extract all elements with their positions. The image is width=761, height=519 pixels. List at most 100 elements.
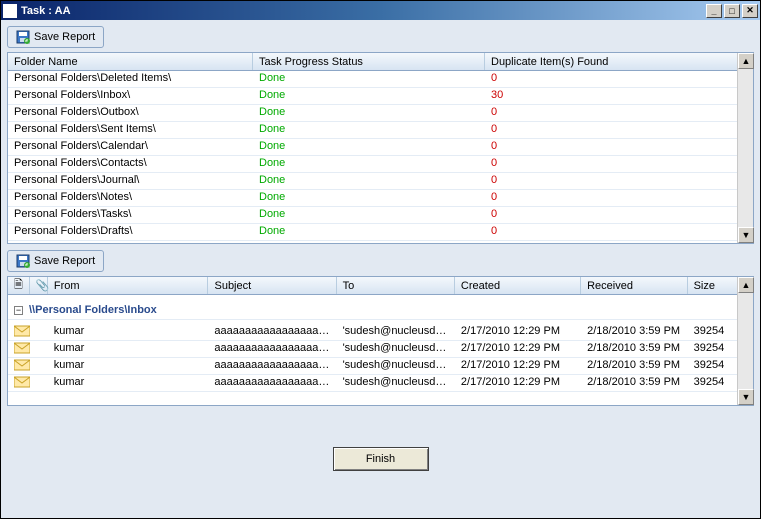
table-row[interactable]: Personal Folders\Outbox\Done0 <box>8 105 737 122</box>
table-row[interactable]: Personal Folders\Tasks\Done0 <box>8 207 737 224</box>
table-row[interactable]: Personal Folders\Deleted Items\Done0 <box>8 71 737 88</box>
table-row[interactable]: kumaraaaaaaaaaaaaaaaaaaaa...'sudesh@nucl… <box>8 341 737 358</box>
cell-folder: Personal Folders\Inbox\ <box>8 88 253 104</box>
col-from[interactable]: From <box>48 277 209 294</box>
cell-status: Done <box>253 156 485 172</box>
col-folder-name[interactable]: Folder Name <box>8 53 253 70</box>
col-received[interactable]: Received <box>581 277 688 294</box>
table-row[interactable]: kumaraaaaaaaaaaaaaaaaaaaa...'sudesh@nucl… <box>8 324 737 341</box>
save-icon <box>16 254 30 268</box>
cell-received: 2/18/2010 3:59 PM <box>581 358 688 374</box>
table-row[interactable]: kumaraaaaaaaaaaaaaaaaaaaa...'sudesh@nucl… <box>8 358 737 375</box>
table-row[interactable]: Personal Folders\Notes\Done0 <box>8 190 737 207</box>
cell-folder: Personal Folders\Journal\ <box>8 173 253 189</box>
table-row[interactable]: Personal Folders\Contacts\Done0 <box>8 156 737 173</box>
mail-icon <box>14 359 30 371</box>
col-to[interactable]: To <box>337 277 455 294</box>
cell-dup: 0 <box>485 224 736 240</box>
table-row[interactable]: kumaraaaaaaaaaaaaaaaaaaaa...'sudesh@nucl… <box>8 375 737 392</box>
cell-attach <box>30 341 48 357</box>
cell-dup: 0 <box>485 105 736 121</box>
message-list-table: 🗎 📎 From Subject To Created Received Siz… <box>7 276 754 406</box>
mail-icon <box>14 376 30 388</box>
cell-folder: Personal Folders\Tasks\ <box>8 207 253 223</box>
scroll-down-icon[interactable]: ▼ <box>738 389 754 405</box>
app-icon <box>3 4 17 18</box>
scroll-up-icon[interactable]: ▲ <box>738 53 754 69</box>
save-icon <box>16 30 30 44</box>
cell-status: Done <box>253 224 485 240</box>
save-report-label: Save Report <box>34 255 95 267</box>
save-report-button-top[interactable]: Save Report <box>7 26 104 48</box>
folder-progress-table: Folder Name Task Progress Status Duplica… <box>7 52 754 244</box>
cell-dup: 0 <box>485 71 736 87</box>
cell-subject: aaaaaaaaaaaaaaaaaaaa... <box>208 324 336 340</box>
cell-folder: Personal Folders\Notes\ <box>8 190 253 206</box>
finish-button[interactable]: Finish <box>333 447 429 471</box>
cell-dup: 0 <box>485 173 736 189</box>
cell-status: Done <box>253 190 485 206</box>
table2-body: kumaraaaaaaaaaaaaaaaaaaaa...'sudesh@nucl… <box>8 324 737 405</box>
cell-to: 'sudesh@nucleusdata... <box>337 358 455 374</box>
cell-created: 2/17/2010 12:29 PM <box>455 341 581 357</box>
collapse-icon[interactable]: − <box>14 306 23 315</box>
task-window: Task : AA _ □ ✕ Save Report Folder Name … <box>0 0 761 519</box>
cell-created: 2/17/2010 12:29 PM <box>455 358 581 374</box>
cell-icon <box>8 324 30 340</box>
cell-from: kumar <box>48 341 209 357</box>
table2-header: 🗎 📎 From Subject To Created Received Siz… <box>8 277 737 295</box>
cell-dup: 0 <box>485 207 736 223</box>
table-row[interactable]: Personal Folders\Calendar\Done0 <box>8 139 737 156</box>
save-report-button-bottom[interactable]: Save Report <box>7 250 104 272</box>
col-task-progress[interactable]: Task Progress Status <box>253 53 485 70</box>
group-name: \\Personal Folders\Inbox <box>29 304 157 316</box>
cell-folder: Personal Folders\Sent Items\ <box>8 122 253 138</box>
cell-folder: Personal Folders\Drafts\ <box>8 224 253 240</box>
cell-dup: 0 <box>485 156 736 172</box>
col-size[interactable]: Size <box>688 277 737 294</box>
table-row[interactable]: Personal Folders\Drafts\Done0 <box>8 224 737 241</box>
table-row[interactable]: Personal Folders\Journal\Done0 <box>8 173 737 190</box>
cell-received: 2/18/2010 3:59 PM <box>581 341 688 357</box>
close-button[interactable]: ✕ <box>742 4 758 18</box>
maximize-button[interactable]: □ <box>724 4 740 18</box>
col-icon[interactable]: 🗎 <box>8 277 30 294</box>
cell-attach <box>30 358 48 374</box>
col-duplicates[interactable]: Duplicate Item(s) Found <box>485 53 736 70</box>
mail-icon <box>14 342 30 354</box>
document-icon: 🗎 <box>14 277 23 295</box>
cell-created: 2/17/2010 12:29 PM <box>455 324 581 340</box>
table-row[interactable]: Personal Folders\Sent Items\Done0 <box>8 122 737 139</box>
save-report-label: Save Report <box>34 31 95 43</box>
window-title: Task : AA <box>21 5 706 17</box>
cell-status: Done <box>253 105 485 121</box>
cell-status: Done <box>253 139 485 155</box>
group-header[interactable]: − \\Personal Folders\Inbox <box>8 301 737 320</box>
cell-status: Done <box>253 122 485 138</box>
cell-received: 2/18/2010 3:59 PM <box>581 324 688 340</box>
cell-folder: Personal Folders\Calendar\ <box>8 139 253 155</box>
table1-header: Folder Name Task Progress Status Duplica… <box>8 53 737 71</box>
cell-subject: aaaaaaaaaaaaaaaaaaaa... <box>208 341 336 357</box>
mail-icon <box>14 325 30 337</box>
table1-scrollbar[interactable]: ▲ ▼ <box>737 53 753 243</box>
window-content: Save Report Folder Name Task Progress St… <box>1 20 760 518</box>
cell-status: Done <box>253 207 485 223</box>
cell-status: Done <box>253 71 485 87</box>
title-bar[interactable]: Task : AA _ □ ✕ <box>1 1 760 20</box>
bottom-bar: Finish <box>7 406 754 512</box>
col-subject[interactable]: Subject <box>208 277 336 294</box>
cell-folder: Personal Folders\Contacts\ <box>8 156 253 172</box>
scroll-up-icon[interactable]: ▲ <box>738 277 754 293</box>
cell-dup: 0 <box>485 190 736 206</box>
col-created[interactable]: Created <box>455 277 581 294</box>
cell-icon <box>8 358 30 374</box>
scroll-down-icon[interactable]: ▼ <box>738 227 754 243</box>
cell-attach <box>30 324 48 340</box>
table2-scrollbar[interactable]: ▲ ▼ <box>737 277 753 405</box>
cell-dup: 0 <box>485 139 736 155</box>
cell-subject: aaaaaaaaaaaaaaaaaaaa... <box>208 375 336 391</box>
minimize-button[interactable]: _ <box>706 4 722 18</box>
table-row[interactable]: Personal Folders\Inbox\Done30 <box>8 88 737 105</box>
col-attachment[interactable]: 📎 <box>30 277 48 294</box>
